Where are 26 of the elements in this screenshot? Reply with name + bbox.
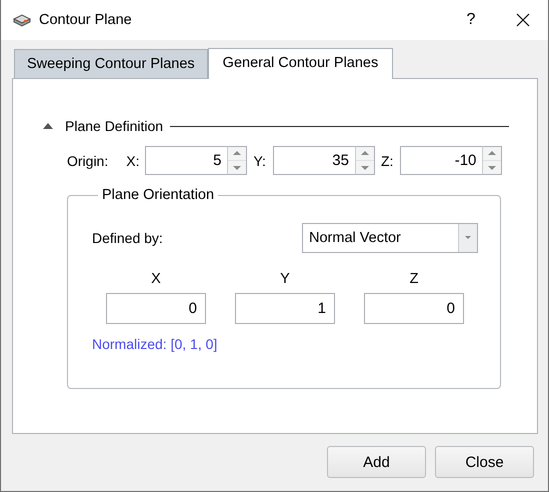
- section-title: Plane Definition: [65, 118, 164, 134]
- dialog-button[interactable]: Close: [435, 446, 534, 478]
- input-field[interactable]: 1: [235, 293, 335, 324]
- dialog-button[interactable]: Add: [327, 446, 426, 478]
- tab[interactable]: Sweeping Contour Planes: [14, 49, 208, 78]
- collapse-triangle-icon[interactable]: [43, 123, 53, 129]
- column-header: Y: [279, 271, 291, 289]
- app-icon: [13, 12, 31, 28]
- spin-input[interactable]: -10: [400, 146, 484, 175]
- window-title: Contour Plane: [39, 12, 133, 28]
- normalized-text: Normalized: [0, 1, 0]: [92, 336, 218, 352]
- axis-label: Z:: [380, 152, 394, 168]
- spin-input[interactable]: 5: [145, 146, 228, 175]
- input-field[interactable]: 0: [364, 293, 464, 324]
- column-header: Z: [408, 271, 420, 289]
- dropdown[interactable]: Normal Vector: [302, 223, 478, 253]
- axis-label: Y:: [253, 152, 266, 168]
- axis-label: X:: [126, 152, 140, 168]
- input-field[interactable]: 0: [106, 293, 206, 324]
- tab[interactable]: General Contour Planes: [208, 48, 394, 79]
- column-header: X: [150, 271, 162, 289]
- group-title: Plane Orientation: [101, 187, 216, 203]
- defined-by-label: Defined by:: [92, 230, 163, 246]
- help-button[interactable]: ?: [448, 11, 494, 29]
- origin-label: Origin:: [67, 152, 108, 168]
- spin-input[interactable]: 35: [272, 146, 356, 175]
